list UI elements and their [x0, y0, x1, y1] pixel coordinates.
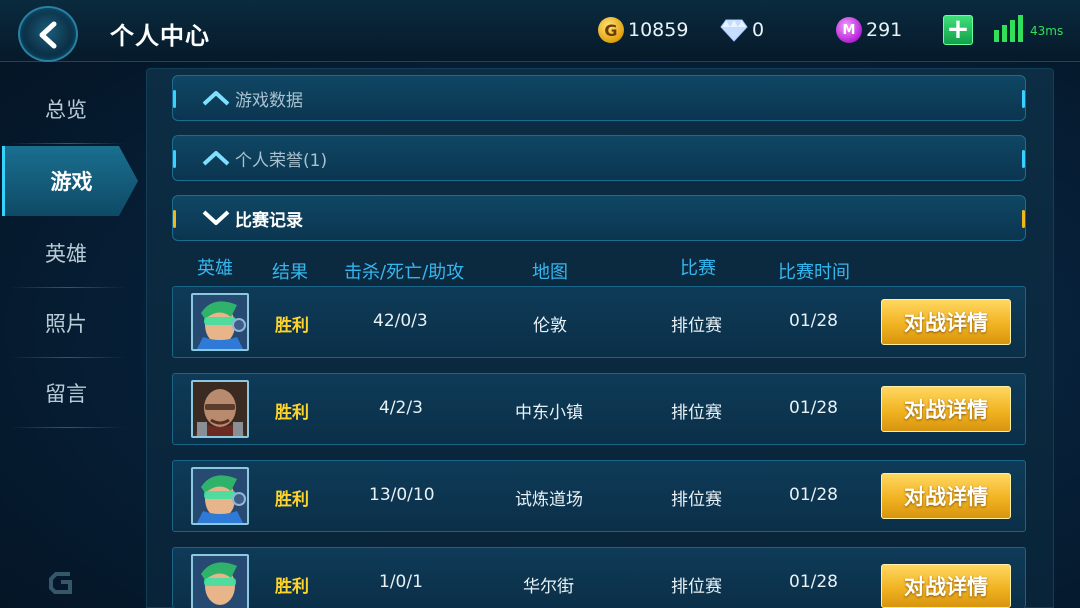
date-text: 01/28 — [789, 311, 838, 331]
divider — [10, 143, 126, 144]
sidebar-item-label: 游戏 — [50, 170, 93, 194]
match-detail-button[interactable]: 对战详情 — [881, 299, 1011, 345]
match-detail-button[interactable]: 对战详情 — [881, 473, 1011, 519]
divider — [10, 427, 126, 428]
network-signal: 43ms — [994, 12, 1076, 46]
edge-marker — [1022, 90, 1025, 108]
result-text: 胜利 — [275, 577, 309, 597]
table-row: 胜利 13/0/10 试炼道场 排位赛 01/28 对战详情 — [172, 460, 1026, 532]
hero-portrait-icon — [193, 556, 247, 608]
chevron-up-icon — [202, 91, 230, 106]
sidebar-item-game[interactable]: 游戏 — [2, 146, 138, 216]
result-text: 胜利 — [275, 490, 309, 510]
kda-text: 4/2/3 — [379, 398, 423, 418]
date-text: 01/28 — [789, 485, 838, 505]
gold-coin-icon: G — [598, 17, 624, 43]
mode-text: 排位赛 — [671, 577, 722, 597]
sidebar-item-messages[interactable]: 留言 — [0, 358, 132, 428]
kda-text: 1/0/1 — [379, 572, 423, 592]
recharge-plus-button[interactable]: + — [943, 15, 973, 45]
crystal-icon: M — [836, 17, 862, 43]
kda-text: 42/0/3 — [373, 311, 428, 331]
signal-bar-icon — [994, 30, 999, 42]
date-text: 01/28 — [789, 398, 838, 418]
result-text: 胜利 — [275, 316, 309, 336]
table-header: 英雄 结果 击杀/死亡/助攻 地图 比赛 比赛时间 — [172, 254, 1026, 283]
edge-marker — [173, 210, 176, 228]
sidebar-item-label: 留言 — [45, 382, 87, 406]
table-row: 胜利 42/0/3 伦敦 排位赛 01/28 对战详情 — [172, 286, 1026, 358]
crystal-counter: M 291 — [836, 16, 902, 44]
map-text: 中东小镇 — [515, 403, 583, 423]
map-text: 华尔街 — [523, 577, 574, 597]
hero-portrait-icon — [193, 295, 247, 349]
edge-marker — [1022, 210, 1025, 228]
hero-portrait-icon — [193, 382, 247, 436]
table-row: 胜利 1/0/1 华尔街 排位赛 01/28 对战详情 — [172, 547, 1026, 608]
mode-text: 排位赛 — [671, 403, 722, 423]
back-button[interactable] — [18, 6, 78, 62]
sidebar-item-photos[interactable]: 照片 — [0, 288, 132, 358]
diamond-icon — [720, 19, 748, 42]
hero-avatar[interactable] — [191, 554, 249, 608]
map-text: 伦敦 — [533, 316, 567, 336]
back-arrow-icon — [39, 21, 57, 49]
top-bar: 个人中心 G 10859 0 M 291 + 43ms — [0, 0, 1080, 62]
section-label: 比赛记录 — [235, 210, 303, 231]
column-header-hero: 英雄 — [197, 258, 233, 279]
sidebar-item-label: 总览 — [45, 98, 87, 122]
kda-text: 13/0/10 — [369, 485, 435, 505]
match-detail-button[interactable]: 对战详情 — [881, 386, 1011, 432]
chevron-up-icon — [202, 151, 230, 166]
chevron-down-icon — [202, 210, 230, 225]
edge-marker — [173, 150, 176, 168]
gold-counter: G 10859 — [598, 16, 688, 44]
column-header-result: 结果 — [272, 262, 308, 283]
column-header-map: 地图 — [532, 262, 568, 283]
match-detail-button[interactable]: 对战详情 — [881, 564, 1011, 608]
page-title: 个人中心 — [110, 22, 210, 50]
mode-text: 排位赛 — [671, 316, 722, 336]
sidebar-item-label: 照片 — [45, 312, 87, 336]
signal-bar-icon — [1010, 20, 1015, 42]
date-text: 01/28 — [789, 572, 838, 592]
sidebar-item-heroes[interactable]: 英雄 — [0, 218, 132, 288]
map-text: 试炼道场 — [515, 490, 583, 510]
signal-bar-icon — [1002, 25, 1007, 42]
section-honors[interactable]: 个人荣誉(1) — [172, 135, 1026, 181]
column-header-match: 比赛 — [680, 258, 716, 279]
diamond-amount: 0 — [752, 19, 765, 41]
result-text: 胜利 — [275, 403, 309, 423]
gold-amount: 10859 — [628, 19, 689, 41]
mode-text: 排位赛 — [671, 490, 722, 510]
hero-avatar[interactable] — [191, 293, 249, 351]
signal-bar-icon — [1018, 15, 1023, 42]
hero-avatar[interactable] — [191, 380, 249, 438]
section-match-history[interactable]: 比赛记录 — [172, 195, 1026, 241]
section-label: 游戏数据 — [235, 90, 303, 111]
section-game-data[interactable]: 游戏数据 — [172, 75, 1026, 121]
section-label: 个人荣誉(1) — [235, 150, 328, 171]
hero-portrait-icon — [193, 469, 247, 523]
table-row: 胜利 4/2/3 中东小镇 排位赛 01/28 对战详情 — [172, 373, 1026, 445]
sidebar: 总览 游戏 英雄 照片 留言 — [0, 62, 140, 608]
sidebar-item-label: 英雄 — [45, 242, 87, 266]
game-logo-icon — [48, 570, 76, 596]
hero-avatar[interactable] — [191, 467, 249, 525]
sidebar-item-overview[interactable]: 总览 — [0, 74, 132, 144]
column-header-time: 比赛时间 — [778, 262, 850, 283]
column-header-kda: 击杀/死亡/助攻 — [344, 262, 465, 283]
edge-marker — [173, 90, 176, 108]
edge-marker — [1022, 150, 1025, 168]
ping-value: 43ms — [1030, 24, 1064, 38]
crystal-amount: 291 — [866, 19, 903, 41]
diamond-counter: 0 — [720, 16, 764, 44]
